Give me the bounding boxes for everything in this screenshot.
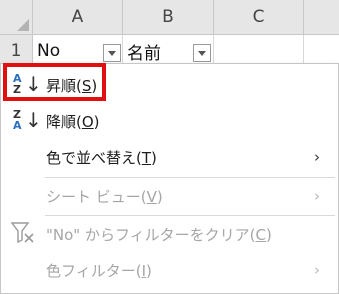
- menu-separator: [45, 177, 335, 178]
- column-header-b[interactable]: B: [123, 0, 214, 35]
- menu-item-sheet-view: シート ビュー(V) ›: [1, 179, 338, 213]
- menu-item-label: "No" からフィルターをクリア(C): [46, 225, 272, 244]
- select-all-corner[interactable]: [0, 0, 33, 35]
- menu-item-color-filter: 色フィルター(I) ›: [1, 253, 338, 287]
- highlight-box: [3, 63, 106, 101]
- filter-dropdown-button-b[interactable]: [193, 44, 211, 62]
- chevron-right-icon: ›: [314, 187, 320, 205]
- menu-item-label: シート ビュー(V): [46, 187, 163, 206]
- menu-item-label: 色フィルター(I): [46, 261, 152, 280]
- menu-item-label: 降順(O): [46, 112, 100, 131]
- column-header-c[interactable]: C: [214, 0, 304, 35]
- sort-z-to-a-icon: Z A ↓: [13, 108, 42, 132]
- column-header-next[interactable]: [304, 0, 339, 35]
- menu-separator: [45, 215, 335, 216]
- menu-item-sort-by-color[interactable]: 色で並べ替え(T) ›: [1, 140, 338, 174]
- menu-item-label: 色で並べ替え(T): [46, 148, 157, 167]
- filter-dropdown-button-a[interactable]: [103, 44, 121, 62]
- menu-item-sort-descending[interactable]: Z A ↓ 降順(O): [1, 104, 338, 138]
- clear-filter-icon: [10, 221, 39, 247]
- chevron-right-icon: ›: [314, 261, 320, 279]
- column-header-a[interactable]: A: [33, 0, 123, 35]
- chevron-right-icon: ›: [314, 148, 320, 166]
- menu-item-clear-filter: "No" からフィルターをクリア(C): [1, 217, 338, 251]
- chevron-down-icon: [108, 50, 116, 56]
- chevron-down-icon: [198, 50, 206, 56]
